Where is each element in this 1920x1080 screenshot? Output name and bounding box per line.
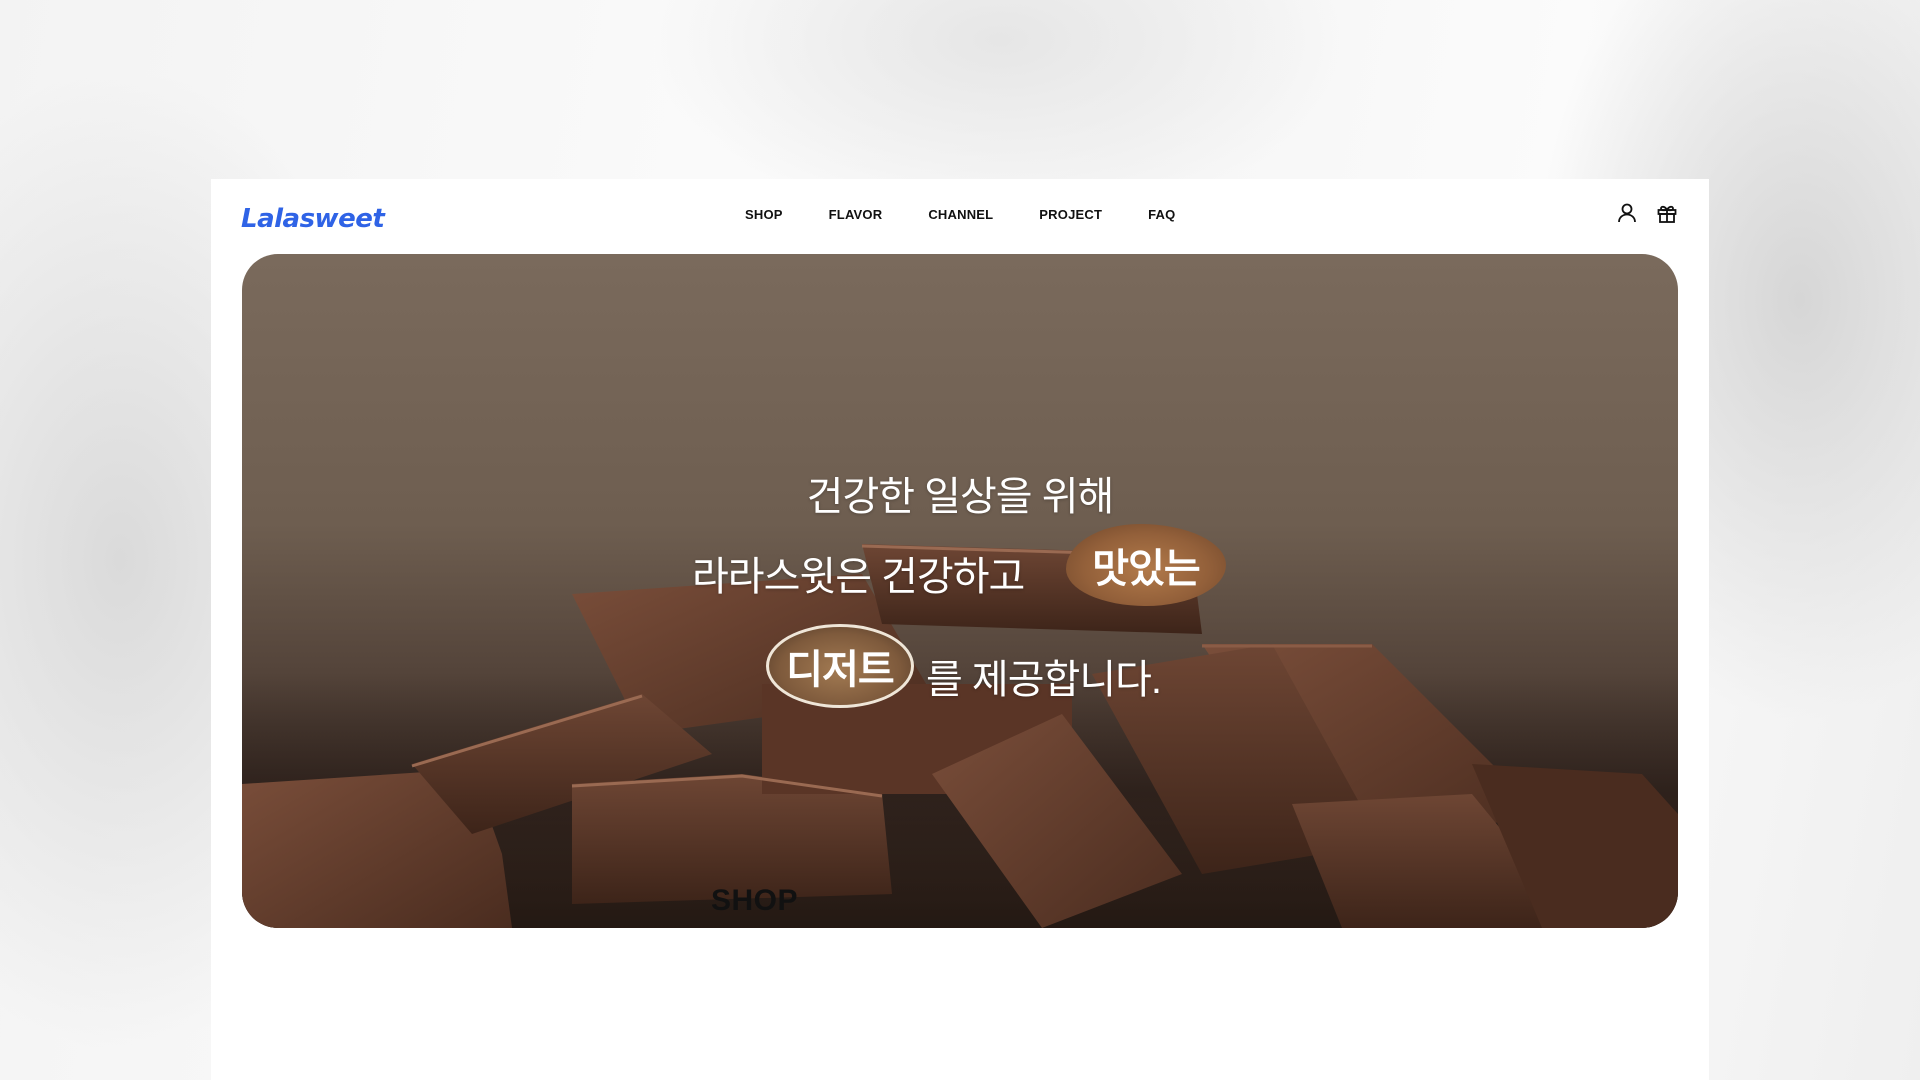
hero-line-3: 를 제공합니다. xyxy=(926,658,1162,702)
nav-item-project[interactable]: PROJECT xyxy=(1039,207,1102,223)
hero-line-1: 건강한 일상을 위해 xyxy=(806,475,1115,519)
main-nav: SHOP FLAVOR CHANNEL PROJECT FAQ xyxy=(745,207,1221,223)
hero-badge-tasty: 맛있는 xyxy=(1066,524,1226,606)
header-icons xyxy=(1615,201,1679,225)
nav-item-channel[interactable]: CHANNEL xyxy=(928,207,993,223)
user-icon[interactable] xyxy=(1615,201,1639,225)
gift-icon[interactable] xyxy=(1655,201,1679,225)
hero-badge-dessert: 디저트 xyxy=(766,624,914,708)
hero-banner: 건강한 일상을 위해 라라스윗은 건강하고 맛있는 디저트 를 제공합니다. xyxy=(242,254,1678,928)
nav-item-flavor[interactable]: FLAVOR xyxy=(829,207,883,223)
site-header: Lalasweet SHOP FLAVOR CHANNEL PROJECT FA… xyxy=(211,179,1709,253)
hero-copy: 건강한 일상을 위해 라라스윗은 건강하고 맛있는 디저트 를 제공합니다. xyxy=(242,254,1678,928)
browser-page: Lalasweet SHOP FLAVOR CHANNEL PROJECT FA… xyxy=(211,179,1709,1080)
brand-logo[interactable]: Lalasweet xyxy=(241,199,385,239)
nav-item-faq[interactable]: FAQ xyxy=(1148,207,1175,223)
nav-item-shop[interactable]: SHOP xyxy=(745,207,783,223)
section-title-shop: SHOP xyxy=(711,884,799,917)
hero-line-2: 라라스윗은 건강하고 xyxy=(692,555,1025,599)
